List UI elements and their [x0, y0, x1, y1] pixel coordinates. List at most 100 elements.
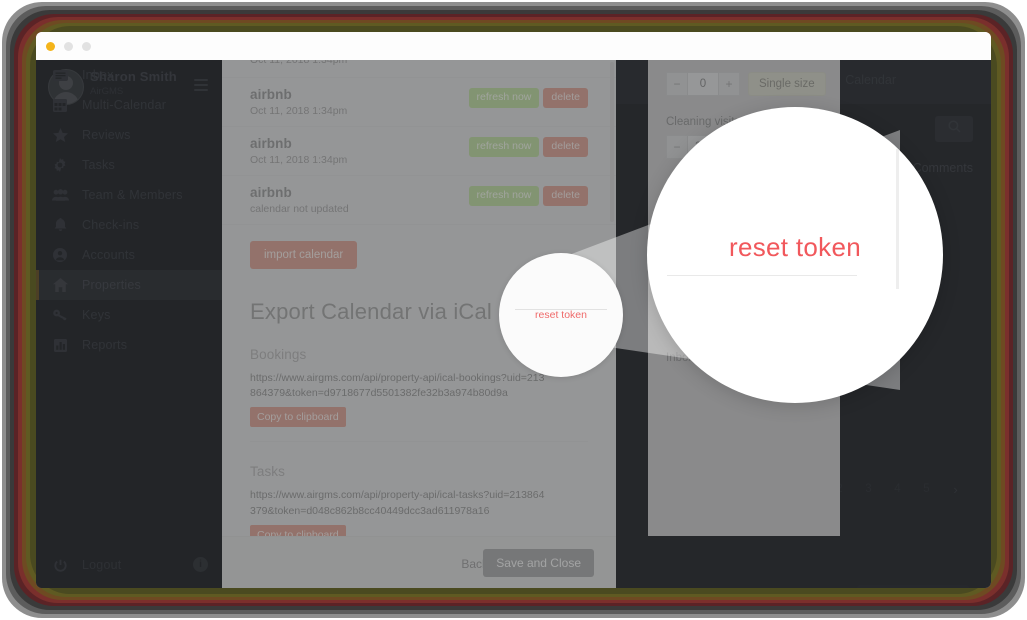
import-calendar-button[interactable]: import calendar	[250, 241, 358, 269]
sidebar-label: Reports	[82, 338, 128, 352]
sidebar-label: Reviews	[82, 128, 131, 142]
sidebar-logout-label: Logout	[82, 558, 122, 572]
calendar-row-actions: refresh now delete	[468, 88, 588, 108]
modal-body: Oct 11, 2018 1:34pm airbnb Oct 11, 2018 …	[222, 60, 616, 536]
delete-button[interactable]: delete	[543, 186, 588, 206]
bookings-url: https://www.airgms.com/api/property-api/…	[250, 372, 545, 400]
calendar-row-sub: Oct 11, 2018 1:34pm	[250, 60, 348, 66]
calendar-row-actions: refresh now delete	[468, 186, 588, 206]
new-property-button[interactable]: New Property	[857, 585, 969, 588]
sidebar-item-multi-calendar[interactable]: Multi-Calendar	[36, 90, 222, 120]
star-icon	[50, 127, 70, 143]
refresh-now-button[interactable]: refresh now	[468, 88, 540, 108]
comments-label[interactable]: Comments	[913, 161, 973, 175]
application-root: Sharon Smith AirGMS Inbox Multi-Calendar	[36, 60, 991, 588]
info-icon[interactable]: i	[193, 557, 208, 572]
modal-content: Oct 11, 2018 1:34pm airbnb Oct 11, 2018 …	[222, 60, 616, 536]
sidebar-item-reports[interactable]: Reports	[36, 330, 222, 360]
sidebar-label: Accounts	[82, 248, 136, 262]
size-badge: Single size	[748, 72, 826, 96]
pagination-page-3[interactable]: 3	[855, 478, 882, 500]
sidebar-item-check-ins[interactable]: Check-ins	[36, 210, 222, 240]
sidebar-label: Multi-Calendar	[82, 98, 167, 112]
sidebar-item-inbox[interactable]: Inbox	[36, 60, 222, 90]
panel-divider	[662, 300, 826, 301]
sidebar-item-accounts[interactable]: Accounts	[36, 240, 222, 270]
time-from-input[interactable]: 11 am	[666, 177, 750, 203]
gear-icon	[50, 157, 70, 173]
pagination-page-4[interactable]: 4	[884, 478, 911, 500]
sidebar-label: Tasks	[82, 158, 115, 172]
copy-tasks-button[interactable]: Copy to clipboard	[250, 524, 346, 536]
sidebar-item-logout[interactable]: Logout i	[36, 548, 222, 582]
copy-bookings-button[interactable]: Copy to clipboard	[250, 407, 346, 428]
delete-button[interactable]: delete	[543, 88, 588, 108]
sidebar-item-keys[interactable]: Keys	[36, 300, 222, 330]
sidebar-item-reviews[interactable]: Reviews	[36, 120, 222, 150]
power-icon	[50, 557, 70, 573]
cleaning-visit-stepper[interactable]: − 2.5 +	[666, 135, 740, 159]
refresh-now-button[interactable]: refresh now	[468, 137, 540, 157]
refresh-now-button[interactable]: refresh now	[468, 186, 540, 206]
size-decrement-button[interactable]: −	[666, 72, 688, 96]
window-close-dot[interactable]	[46, 42, 55, 51]
property-settings-panel: − 0 + Single size Cleaning visit: − 2.5 …	[648, 60, 840, 536]
sidebar-label: Inbox	[82, 68, 114, 82]
browser-titlebar	[36, 32, 991, 60]
table-row: airbnb Oct 11, 2018 1:34pm refresh now d…	[222, 78, 616, 127]
sidebar-label: Check-ins	[82, 218, 140, 232]
users-icon	[50, 187, 70, 203]
page-title: Export Calendar via iCal	[250, 299, 493, 324]
table-row: Oct 11, 2018 1:34pm	[222, 60, 616, 78]
user-circle-icon	[50, 247, 70, 263]
bookings-heading: Bookings	[250, 347, 307, 362]
size-stepper[interactable]: − 0 + Single size	[666, 72, 826, 96]
save-and-close-button[interactable]: Save and Close	[483, 549, 594, 577]
sidebar: Sharon Smith AirGMS Inbox Multi-Calendar	[36, 60, 222, 588]
panel-primary-button[interactable]	[666, 257, 730, 283]
key-icon	[50, 307, 70, 323]
pagination-page-5[interactable]: 5	[913, 478, 940, 500]
cleaning-increment-button[interactable]: +	[718, 135, 740, 159]
bookings-section: Bookings https://www.airgms.com/api/prop…	[250, 347, 588, 443]
ical-settings-modal: Oct 11, 2018 1:34pm airbnb Oct 11, 2018 …	[222, 60, 616, 588]
calendar-row-actions: refresh now delete	[468, 137, 588, 157]
tasks-heading: Tasks	[250, 464, 286, 480]
stats-row: % Comments	[883, 160, 973, 176]
search-button[interactable]	[935, 116, 973, 142]
calendar-icon	[50, 97, 70, 113]
tasks-url: https://www.airgms.com/api/property-api/…	[250, 489, 545, 517]
pagination-next[interactable]: ›	[942, 478, 969, 500]
modal-footer: Back Save and Close	[222, 536, 616, 588]
tasks-section: Tasks https://www.airgms.com/api/propert…	[250, 464, 588, 536]
window-maximize-dot[interactable]	[82, 42, 91, 51]
table-row: airbnb calendar not updated refresh now …	[222, 176, 616, 225]
delete-button[interactable]: delete	[543, 137, 588, 157]
time-to-input[interactable]: 4 pm	[666, 217, 750, 243]
sidebar-label: Team & Members	[82, 188, 183, 202]
sidebar-label: Keys	[82, 308, 111, 322]
size-stepper-control[interactable]: − 0 +	[666, 72, 740, 96]
airgms-fees-link[interactable]: AirGMS Fees	[666, 318, 735, 330]
sidebar-item-team-members[interactable]: Team & Members	[36, 180, 222, 210]
size-increment-button[interactable]: +	[718, 72, 740, 96]
bell-icon	[50, 217, 70, 233]
size-value[interactable]: 0	[688, 72, 718, 96]
sidebar-item-properties[interactable]: Properties	[36, 270, 222, 300]
modal-scrollbar[interactable]	[610, 62, 614, 222]
percent-badge: %	[883, 160, 904, 176]
table-row: airbnb Oct 11, 2018 1:34pm refresh now d…	[222, 127, 616, 176]
inbox-icon	[50, 67, 70, 83]
cleaning-value[interactable]: 2.5	[688, 135, 718, 159]
inbox-automation-link[interactable]: Inbox & Automation	[666, 352, 766, 364]
chart-icon	[50, 337, 70, 353]
sidebar-item-tasks[interactable]: Tasks	[36, 150, 222, 180]
cleaning-decrement-button[interactable]: −	[666, 135, 688, 159]
sidebar-label: Properties	[82, 278, 141, 292]
cleaning-visit-label: Cleaning visit:	[666, 116, 738, 128]
sidebar-scroll: Sharon Smith AirGMS Inbox Multi-Calendar	[36, 60, 222, 545]
home-icon	[50, 277, 70, 293]
window-minimize-dot[interactable]	[64, 42, 73, 51]
search-icon	[947, 120, 961, 138]
topbar-calendar-label: Calendar	[845, 73, 896, 87]
